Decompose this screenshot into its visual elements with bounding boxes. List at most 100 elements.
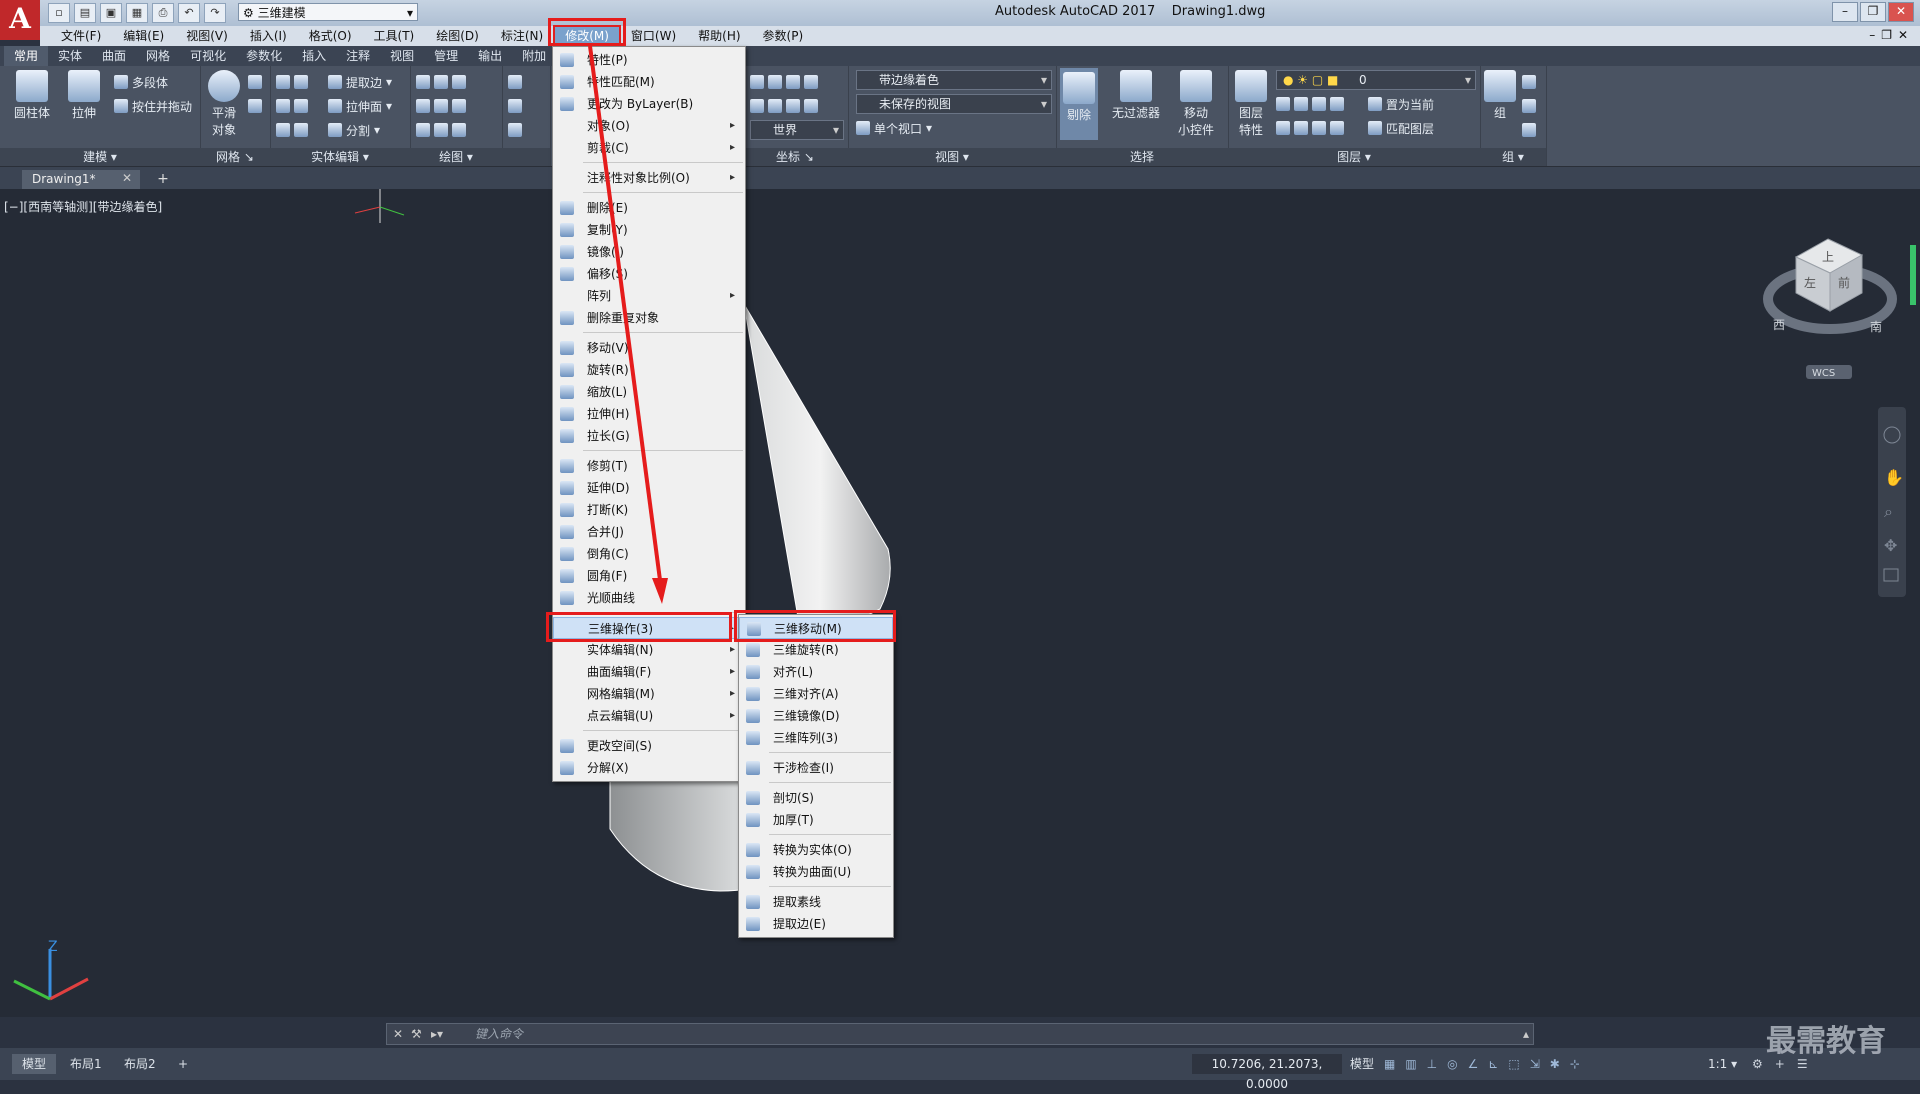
layout-tab-1[interactable]: 布局1 (60, 1054, 112, 1074)
modify-menu-item-20[interactable]: 合并(J) (553, 521, 745, 543)
match-layer-button[interactable]: 匹配图层 (1368, 118, 1434, 138)
ribbon-tab-11[interactable]: 附加 (512, 46, 556, 66)
command-history-icon[interactable]: ▸▾ (431, 1024, 443, 1044)
modify-menu-item-12[interactable]: 移动(V) (553, 337, 745, 359)
modify-menu-item-5[interactable]: 注释性对象比例(O) ▸ (553, 167, 745, 189)
wrench-icon[interactable]: ⚒ (411, 1024, 422, 1044)
subtract-tool[interactable] (276, 96, 308, 116)
menu-6[interactable]: 绘图(D) (425, 26, 490, 46)
save-icon[interactable]: ▣ (100, 3, 122, 23)
submenu-item-9[interactable]: 转换为实体(O) (739, 839, 893, 861)
modify-menu-item-3[interactable]: 对象(O) ▸ (553, 115, 745, 137)
extrude-face-button[interactable]: 拉伸面 ▾ (328, 96, 392, 116)
pan-icon[interactable]: ✋ (1884, 468, 1904, 487)
menu-11[interactable]: 参数(P) (752, 26, 815, 46)
panel-title-view[interactable]: 视图 ▾ (848, 148, 1056, 166)
cull-button[interactable]: 剔除 (1060, 68, 1098, 140)
panel-title-solid-edit[interactable]: 实体编辑 ▾ (270, 148, 410, 166)
viewcube-west-label[interactable]: 西 (1773, 318, 1785, 332)
ribbon-tab-6[interactable]: 插入 (292, 46, 336, 66)
panel-title-layers[interactable]: 图层 ▾ (1228, 148, 1480, 166)
submenu-item-6[interactable]: 干涉检查(I) (739, 757, 893, 779)
add-tab-icon[interactable]: + (154, 170, 172, 188)
ucs-tools-row-2[interactable] (750, 96, 818, 116)
visual-style-dropdown[interactable]: 带边缘着色 (856, 70, 1052, 90)
modify-menu-item-2[interactable]: 更改为 ByLayer(B) (553, 93, 745, 115)
saved-view-dropdown[interactable]: 未保存的视图 (856, 94, 1052, 114)
polysolid-button[interactable]: 多段体 (114, 72, 168, 92)
modify-menu-item-7[interactable]: 复制(Y) (553, 219, 745, 241)
close-icon[interactable]: ✕ (393, 1024, 403, 1044)
modify-menu-item-28[interactable]: 点云编辑(U) ▸ (553, 705, 745, 727)
group-tool-3[interactable] (1522, 120, 1536, 140)
modify-menu-item-26[interactable]: 曲面编辑(F) ▸ (553, 661, 745, 683)
viewport-scrollbar[interactable] (1910, 245, 1916, 305)
cylinder-button[interactable]: 圆柱体 (10, 70, 54, 121)
modify-menu-item-23[interactable]: 光顺曲线 (553, 587, 745, 609)
modify-tool-3[interactable] (508, 120, 522, 140)
separate-button[interactable]: 分割 ▾ (328, 120, 380, 140)
modify-menu-item-11[interactable]: 删除重复对象 (553, 307, 745, 329)
menu-4[interactable]: 格式(O) (298, 26, 363, 46)
ribbon-tab-0[interactable]: 常用 (4, 46, 49, 66)
set-current-button[interactable]: 置为当前 (1368, 94, 1434, 114)
modify-menu-item-21[interactable]: 倒角(C) (553, 543, 745, 565)
panel-title-groups[interactable]: 组 ▾ (1480, 148, 1546, 166)
workspace-dropdown[interactable]: ⚙ 三维建模 ▾ (238, 3, 418, 21)
draw-tools-row-2[interactable] (416, 96, 466, 116)
ribbon-tab-8[interactable]: 视图 (380, 46, 424, 66)
modify-menu-item-4[interactable]: 剪裁(C) ▸ (553, 137, 745, 159)
presspull-button[interactable]: 按住并拖动 (114, 96, 192, 116)
status-toggle-icons[interactable]: ▦▥⊥◎∠⊾⬚⇲✱⊹ (1384, 1054, 1590, 1074)
layout-tab-model[interactable]: 模型 (12, 1054, 57, 1074)
ribbon-tab-4[interactable]: 可视化 (180, 46, 236, 66)
redo-icon[interactable]: ↷ (204, 3, 226, 23)
app-menu-button[interactable]: A (0, 0, 40, 40)
panel-title-coordinates[interactable]: 坐标 ↘ (742, 148, 848, 166)
command-input-placeholder[interactable]: 键入命令 (475, 1024, 523, 1044)
mesh-tool-1[interactable] (248, 72, 262, 92)
modify-menu-item-27[interactable]: 网格编辑(M) ▸ (553, 683, 745, 705)
viewcube-front-label[interactable]: 前 (1838, 275, 1850, 290)
submenu-item-1[interactable]: 三维旋转(R) (739, 639, 893, 661)
panel-title-model[interactable]: 建模 ▾ (0, 148, 200, 166)
panel-title-draw[interactable]: 绘图 ▾ (410, 148, 502, 166)
ribbon-tab-3[interactable]: 网格 (136, 46, 180, 66)
coordinate-readout[interactable]: 10.7206, 21.2073, 0.0000 (1192, 1054, 1342, 1091)
maximize-icon[interactable]: ❐ (1860, 2, 1886, 22)
modify-menu-item-10[interactable]: 阵列 ▸ (553, 285, 745, 307)
orbit-icon[interactable]: ✥ (1884, 536, 1897, 555)
no-filter-button[interactable]: 无过滤器 (1106, 70, 1166, 121)
menu-9[interactable]: 窗口(W) (620, 26, 687, 46)
ribbon-tab-7[interactable]: 注释 (336, 46, 380, 66)
modify-menu-item-1[interactable]: 特性匹配(M) (553, 71, 745, 93)
zoom-icon[interactable]: ⌕ (1884, 502, 1893, 521)
modify-menu-item-17[interactable]: 修剪(T) (553, 455, 745, 477)
modify-menu-item-13[interactable]: 旋转(R) (553, 359, 745, 381)
modify-tool-1[interactable] (508, 72, 522, 92)
add-layout-icon[interactable]: + (168, 1054, 198, 1074)
modify-menu-item-0[interactable]: 特性(P) (553, 49, 745, 71)
modify-menu-item-8[interactable]: 镜像(I) (553, 241, 745, 263)
layer-properties-button[interactable]: 图层 特性 (1230, 70, 1272, 138)
modify-menu-item-15[interactable]: 拉伸(H) (553, 403, 745, 425)
modify-tool-2[interactable] (508, 96, 522, 116)
ribbon-tab-9[interactable]: 管理 (424, 46, 468, 66)
menu-0[interactable]: 文件(F) (50, 26, 112, 46)
save-as-icon[interactable]: ▦ (126, 3, 148, 23)
layer-tools-row-1[interactable] (1276, 94, 1344, 114)
submenu-item-2[interactable]: 对齐(L) (739, 661, 893, 683)
minimize-icon[interactable]: – (1832, 2, 1858, 22)
modify-menu-item-25[interactable]: 实体编辑(N) ▸ (553, 639, 745, 661)
modify-menu-item-6[interactable]: 删除(E) (553, 197, 745, 219)
modify-menu-item-18[interactable]: 延伸(D) (553, 477, 745, 499)
ribbon-tab-2[interactable]: 曲面 (92, 46, 136, 66)
ucs-tools-row-1[interactable] (750, 72, 818, 92)
layer-dropdown[interactable]: ● ☀ ▢ ■ 0 (1276, 70, 1476, 90)
move-gizmo-button[interactable]: 移动 小控件 (1170, 70, 1222, 138)
draw-tools-row-1[interactable] (416, 72, 466, 92)
ucs-dropdown[interactable]: 世界 (750, 120, 844, 140)
ribbon-tab-10[interactable]: 输出 (468, 46, 512, 66)
viewcube-top-label[interactable]: 上 (1822, 250, 1834, 264)
submenu-item-8[interactable]: 加厚(T) (739, 809, 893, 831)
